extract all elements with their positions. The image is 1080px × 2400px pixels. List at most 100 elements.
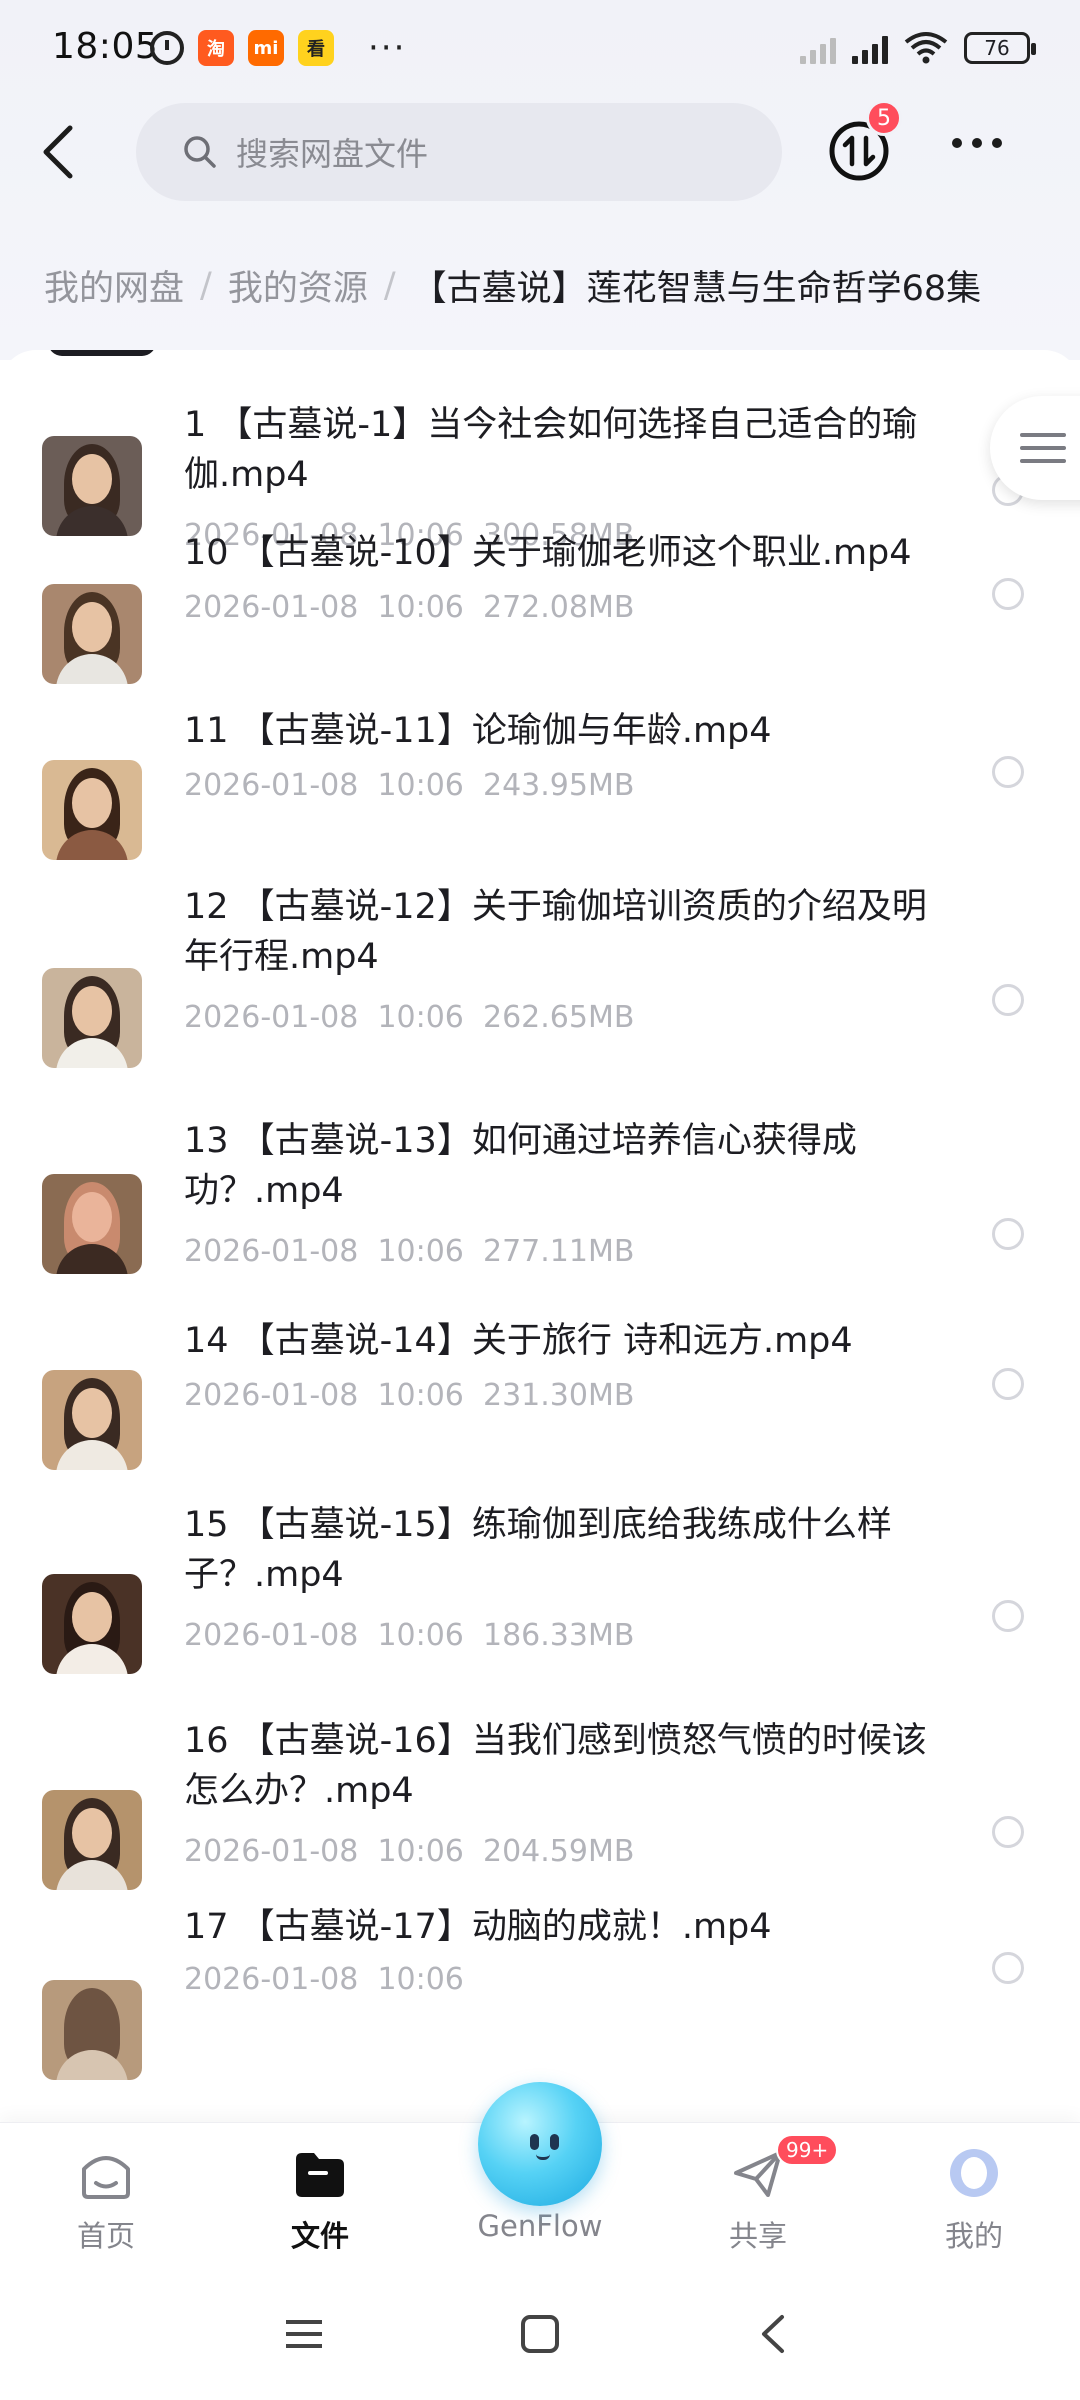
file-size: 272.08MB (482, 590, 635, 625)
signal-icon-sim2 (852, 32, 888, 64)
folder-icon (296, 2153, 344, 2197)
file-time: 10:06 (377, 1962, 464, 1997)
search-placeholder: 搜索网盘文件 (236, 135, 429, 173)
select-radio[interactable] (992, 984, 1024, 1016)
file-name: 1 【古墓说-1】当今社会如何选择自己适合的瑜伽.mp4 (184, 405, 918, 495)
status-time: 18:05 (52, 26, 159, 67)
file-name: 13 【古墓说-13】如何通过培养信心获得成功？.mp4 (184, 1121, 857, 1211)
thumbnail-face (72, 1808, 112, 1858)
file-date: 2026-01-08 (184, 1378, 359, 1413)
system-nav-bar (0, 2274, 1080, 2400)
thumbnail-face (72, 1192, 112, 1242)
file-name: 10 【古墓说-10】关于瑜伽老师这个职业.mp4 (184, 533, 912, 573)
menu-line (1020, 446, 1066, 450)
breadcrumb-my-drive[interactable]: 我的网盘 (44, 260, 184, 311)
yellow-app-icon: 看 (298, 30, 334, 66)
file-name: 11 【古墓说-11】论瑜伽与年龄.mp4 (184, 711, 772, 751)
breadcrumb-separator: / (383, 265, 396, 306)
status-bar: 18:05 淘 mi 看 ··· 76 (0, 0, 1080, 96)
more-notifications-icon: ··· (368, 28, 407, 68)
profile-avatar-icon (950, 2149, 998, 2197)
file-time: 10:06 (377, 768, 464, 803)
battery-icon: 76 (964, 32, 1036, 64)
orb-mouth (536, 2154, 550, 2160)
sort-badge: 5 (866, 100, 902, 136)
select-radio[interactable] (992, 1218, 1024, 1250)
select-radio[interactable] (992, 756, 1024, 788)
file-time: 10:06 (377, 590, 464, 625)
file-size: 277.11MB (482, 1234, 635, 1269)
system-back-icon[interactable] (758, 2314, 788, 2354)
nav-home-label: 首页 (76, 2219, 135, 2253)
nav-home[interactable]: 首页 (36, 2143, 176, 2255)
mi-app-icon: mi (248, 30, 284, 66)
select-radio[interactable] (992, 1368, 1024, 1400)
file-meta: 2026-01-08 10:06 204.59MB (184, 1834, 634, 1869)
back-arrow-icon[interactable] (36, 122, 80, 182)
menu-line (1020, 433, 1066, 437)
menu-lines-icon (1020, 433, 1066, 463)
more-dot (952, 138, 962, 148)
genflow-orb-icon[interactable] (478, 2082, 602, 2206)
select-radio[interactable] (992, 1600, 1024, 1632)
orb-eye (530, 2134, 539, 2150)
video-thumbnail (42, 1574, 142, 1674)
video-thumbnail (42, 436, 142, 536)
menu-line (1020, 459, 1066, 463)
nav-files-label: 文件 (290, 2219, 349, 2253)
select-radio[interactable] (992, 578, 1024, 610)
file-meta: 2026-01-08 10:06 262.65MB (184, 1000, 634, 1035)
orb-eye (550, 2134, 559, 2150)
thumbnail-face (72, 454, 112, 504)
more-dot (992, 138, 1002, 148)
file-list: 1 【古墓说-1】当今社会如何选择自己适合的瑜伽.mp4 2026-01-08 … (0, 350, 1080, 2120)
nav-me-label: 我的 (944, 2219, 1003, 2253)
file-size: 204.59MB (482, 1834, 635, 1869)
file-time: 10:06 (377, 1000, 464, 1035)
file-size: 243.95MB (482, 768, 635, 803)
select-radio[interactable] (992, 1952, 1024, 1984)
thumbnail-face (72, 602, 112, 652)
search-input[interactable]: 搜索网盘文件 (136, 103, 782, 201)
file-meta: 2026-01-08 10:06 243.95MB (184, 768, 634, 803)
home-icon (82, 2156, 130, 2199)
previous-item-edge (48, 350, 156, 356)
file-size: 231.30MB (482, 1378, 635, 1413)
taobao-app-icon: 淘 (198, 30, 234, 66)
breadcrumb: 我的网盘 / 我的资源 / 【古墓说】莲花智慧与生命哲学68集 (44, 260, 981, 311)
file-size: 186.33MB (482, 1618, 635, 1653)
file-name: 14 【古墓说-14】关于旅行 诗和远方.mp4 (184, 1321, 853, 1361)
file-meta: 2026-01-08 10:06 186.33MB (184, 1618, 634, 1653)
file-meta: 2026-01-08 10:06 272.08MB (184, 590, 634, 625)
breadcrumb-my-resources[interactable]: 我的资源 (228, 260, 368, 311)
home-square-icon[interactable] (520, 2314, 560, 2354)
file-date: 2026-01-08 (184, 1618, 359, 1653)
more-options-button[interactable] (952, 138, 1002, 148)
file-meta: 2026-01-08 10:06 (184, 1962, 483, 1997)
file-name: 16 【古墓说-16】当我们感到愤怒气愤的时候该怎么办？.mp4 (184, 1721, 927, 1811)
video-thumbnail (42, 1980, 142, 2080)
video-thumbnail (42, 760, 142, 860)
thumbnail-face (72, 986, 112, 1036)
video-thumbnail (42, 968, 142, 1068)
status-notification-icons: 淘 mi 看 ··· (150, 28, 406, 68)
share-badge: 99+ (776, 2134, 839, 2166)
file-time: 10:06 (377, 1618, 464, 1653)
file-meta: 2026-01-08 10:06 277.11MB (184, 1234, 634, 1269)
wifi-icon (904, 32, 948, 64)
nav-genflow-label: GenFlow (477, 2209, 603, 2243)
video-thumbnail (42, 584, 142, 684)
recent-apps-icon[interactable] (284, 2314, 324, 2354)
alarm-icon (150, 31, 184, 65)
nav-me[interactable]: 我的 (904, 2143, 1044, 2255)
file-meta: 2026-01-08 10:06 231.30MB (184, 1378, 634, 1413)
video-thumbnail (42, 1370, 142, 1470)
thumbnail-face (72, 778, 112, 828)
file-time: 10:06 (377, 1834, 464, 1869)
file-date: 2026-01-08 (184, 1234, 359, 1269)
select-radio[interactable] (992, 1816, 1024, 1848)
video-thumbnail (42, 1174, 142, 1274)
thumbnail-face (72, 1592, 112, 1642)
thumbnail-face (72, 1388, 112, 1438)
nav-files[interactable]: 文件 (250, 2143, 390, 2255)
